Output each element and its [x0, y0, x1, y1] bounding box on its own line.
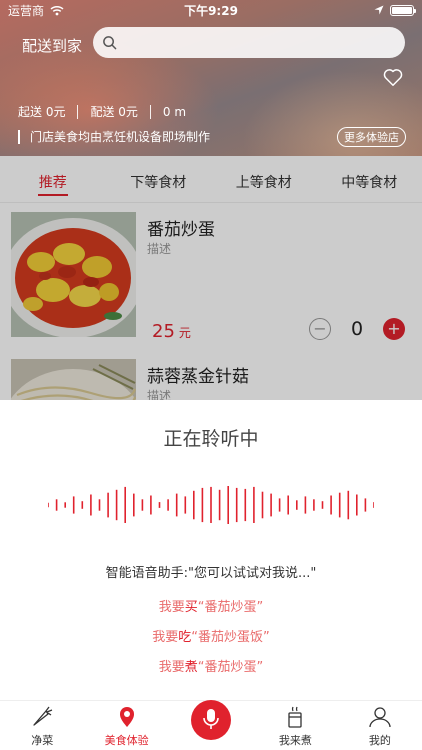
quantity-stepper: − 0 + — [309, 318, 405, 340]
quantity-value: 0 — [350, 318, 364, 340]
distance-text: 0 m — [162, 104, 187, 119]
status-bar: 运营商 下午9:29 — [0, 0, 422, 20]
wifi-icon — [50, 5, 64, 15]
suggestion-buy[interactable]: 我要买“番茄炒蛋” — [0, 596, 422, 615]
item-price: 25 元 — [152, 321, 191, 342]
search-bar[interactable] — [93, 27, 405, 58]
item-name: 番茄炒蛋 — [147, 220, 215, 240]
min-order-text: 起送 0元 — [18, 105, 66, 119]
store-notice: 门店美食均由烹饪机设备即场制作 — [18, 128, 210, 145]
carrot-icon — [33, 706, 53, 726]
nav-label: 我来煮 — [278, 734, 312, 747]
food-list: 番茄炒蛋 描述 25 元 − 0 + 蒜蓉蒸金针菇 描述 — [0, 203, 422, 400]
suggestion-verb: 煮 — [184, 660, 198, 675]
tab-low-grade[interactable]: 下等食材 — [106, 156, 212, 202]
user-icon — [369, 707, 391, 728]
store-header: 配送到家 起送 0元 配送 0元 0 m 门店美食均由烹饪机设备即场制作 更多体… — [0, 0, 422, 156]
delivery-info: 起送 0元 配送 0元 0 m — [18, 103, 186, 120]
tab-recommended[interactable]: 推荐 — [0, 156, 106, 202]
nav-item-i-cook[interactable]: 我来煮 — [253, 701, 337, 750]
item-description: 描述 — [147, 389, 172, 400]
item-name: 蒜蓉蒸金针菇 — [147, 367, 249, 387]
cooker-icon — [288, 706, 303, 728]
status-time: 下午9:29 — [184, 3, 238, 18]
nav-item-me[interactable]: 我的 — [338, 701, 422, 750]
item-description: 描述 — [147, 242, 172, 256]
assistant-hint: 智能语音助手:"您可以试试对我说..." — [105, 566, 317, 581]
suggestion-eat[interactable]: 我要吃“番茄炒蛋饭” — [0, 626, 422, 645]
delivery-fee-text: 配送 0元 — [90, 105, 138, 119]
suggestion-cook[interactable]: 我要煮“番茄炒蛋” — [0, 656, 422, 675]
listening-title: 正在聆听中 — [163, 428, 259, 450]
suggestion-dish: “番茄炒蛋” — [197, 660, 264, 675]
search-input[interactable] — [123, 35, 405, 50]
price-unit: 元 — [178, 326, 191, 340]
list-item[interactable]: 番茄炒蛋 描述 25 元 − 0 + — [0, 203, 422, 350]
enoki-photo — [11, 359, 136, 400]
suggestion-prefix: 我要 — [158, 660, 185, 675]
suggestion-prefix: 我要 — [158, 600, 185, 615]
tab-mid-grade[interactable]: 中等食材 — [317, 156, 422, 202]
voice-panel: 正在聆听中 智能语音助手:"您可以试试对我说..." 我要买“番茄炒蛋” 我要吃… — [0, 400, 422, 700]
nav-label: 我的 — [368, 734, 391, 747]
increase-button[interactable]: + — [383, 318, 405, 340]
category-tabs: 推荐 下等食材 上等食材 中等食材 — [0, 156, 422, 203]
decrease-button[interactable]: − — [309, 318, 331, 340]
price-value: 25 — [152, 321, 175, 342]
nav-item-food-experience[interactable]: 美食体验 — [84, 701, 168, 750]
battery-icon — [390, 4, 416, 16]
notice-text: 门店美食均由烹饪机设备即场制作 — [30, 130, 211, 144]
location-food-icon — [119, 707, 134, 727]
list-item[interactable]: 蒜蓉蒸金针菇 描述 — [0, 350, 422, 400]
nav-item-clean-veg[interactable]: 净菜 — [0, 701, 84, 750]
nav-label: 净菜 — [31, 734, 54, 747]
carrier-text: 运营商 — [8, 3, 45, 18]
search-icon — [103, 36, 117, 50]
microphone-button[interactable] — [191, 700, 232, 740]
tab-high-grade[interactable]: 上等食材 — [211, 156, 317, 202]
suggestion-dish: “番茄炒蛋饭” — [191, 630, 270, 645]
voice-waveform — [48, 486, 374, 524]
tomato-egg-photo — [11, 212, 136, 337]
suggestion-dish: “番茄炒蛋” — [197, 600, 264, 615]
bottom-nav: 净菜 美食体验 我来煮 我的 — [0, 700, 422, 750]
suggestion-verb: 吃 — [178, 630, 192, 645]
location-arrow-icon — [374, 5, 384, 15]
nav-item-voice[interactable] — [169, 700, 253, 750]
delivery-label[interactable]: 配送到家 — [22, 35, 82, 56]
microphone-icon — [203, 708, 219, 729]
nav-label: 美食体验 — [104, 734, 149, 747]
suggestion-verb: 买 — [184, 600, 198, 615]
favorite-heart-icon[interactable] — [382, 66, 404, 88]
suggestion-prefix: 我要 — [152, 630, 179, 645]
more-stores-button[interactable]: 更多体验店 — [337, 127, 406, 147]
